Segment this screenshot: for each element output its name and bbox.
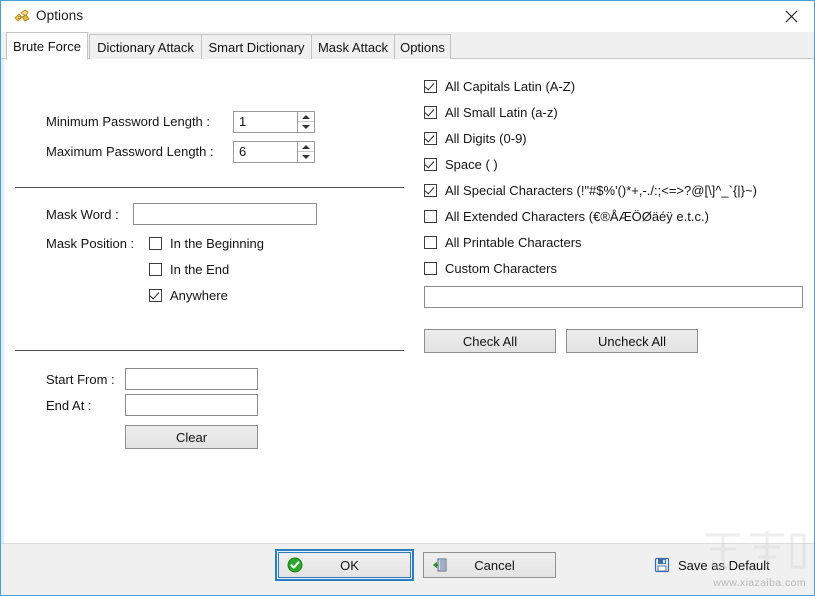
check-all-button-label: Check All	[463, 334, 517, 349]
clear-button[interactable]: Clear	[125, 425, 258, 449]
end-at-label: End At :	[46, 398, 92, 413]
uncheck-all-button[interactable]: Uncheck All	[566, 329, 698, 353]
dialog-footer: OK Cancel Save	[1, 543, 815, 595]
tab-strip: Brute Force Dictionary Attack Smart Dict…	[1, 32, 815, 59]
charset-all-special-characters-checkbox[interactable]: All Special Characters (!"#$%'()*+,-./:;…	[424, 183, 757, 198]
checkbox-checked-icon	[424, 184, 437, 197]
custom-characters-input[interactable]	[424, 286, 803, 308]
checkbox-box-icon	[149, 263, 162, 276]
tab-options[interactable]: Options	[394, 34, 451, 59]
checkbox-box-icon	[149, 237, 162, 250]
tab-label: Brute Force	[13, 39, 81, 54]
maximum-length-spin-buttons[interactable]	[297, 142, 314, 162]
charset-space-checkbox[interactable]: Space ( )	[424, 157, 498, 172]
maximum-password-length-label: Maximum Password Length :	[46, 144, 214, 159]
checkbox-label: Anywhere	[170, 288, 228, 303]
check-all-button[interactable]: Check All	[424, 329, 556, 353]
charset-all-capitals-latin-checkbox[interactable]: All Capitals Latin (A-Z)	[424, 79, 575, 94]
minimum-length-spin-buttons[interactable]	[297, 112, 314, 132]
checkbox-checked-icon	[424, 132, 437, 145]
checkbox-label: Custom Characters	[445, 261, 557, 276]
save-as-default-button-label: Save as Default	[646, 558, 806, 573]
cancel-button[interactable]: Cancel	[423, 552, 556, 578]
uncheck-all-button-label: Uncheck All	[598, 334, 666, 349]
checkbox-checked-icon	[424, 106, 437, 119]
mask-word-label: Mask Word :	[46, 207, 119, 222]
mask-position-label: Mask Position :	[46, 236, 134, 251]
tab-dictionary-attack[interactable]: Dictionary Attack	[89, 34, 202, 59]
tab-label: Mask Attack	[318, 40, 388, 55]
start-from-input[interactable]	[125, 368, 258, 390]
end-at-input[interactable]	[125, 394, 258, 416]
save-as-default-button[interactable]: Save as Default	[646, 552, 806, 578]
start-from-label: Start From :	[46, 372, 115, 387]
ok-check-icon	[287, 557, 303, 573]
checkbox-label: In the Beginning	[170, 236, 264, 251]
options-dialog: Options Brute Force Dictionary Attack Sm…	[0, 0, 815, 596]
checkbox-label: All Printable Characters	[445, 235, 582, 250]
window-title: Options	[36, 8, 83, 23]
minimum-password-length-value: 1	[239, 114, 246, 129]
checkbox-label: Space ( )	[445, 157, 498, 172]
minimum-password-length-label: Minimum Password Length :	[46, 114, 210, 129]
spin-down-icon[interactable]	[298, 122, 314, 132]
ok-button[interactable]: OK	[278, 552, 411, 578]
checkbox-box-icon	[424, 210, 437, 223]
checkbox-label: In the End	[170, 262, 229, 277]
divider-top	[15, 187, 404, 188]
checkbox-checked-icon	[424, 80, 437, 93]
mask-word-input[interactable]	[133, 203, 317, 225]
clear-button-label: Clear	[176, 430, 207, 445]
title-bar: Options	[1, 1, 814, 32]
watermark-url: www.xiazaiba.com	[713, 577, 806, 589]
charset-all-small-latin-checkbox[interactable]: All Small Latin (a-z)	[424, 105, 558, 120]
mask-position-anywhere-checkbox[interactable]: Anywhere	[149, 288, 228, 303]
maximum-password-length-stepper[interactable]: 6	[233, 141, 315, 163]
charset-all-extended-characters-checkbox[interactable]: All Extended Characters (€®ÅÆÖØäéÿ e.t.c…	[424, 209, 709, 224]
checkbox-label: All Special Characters (!"#$%'()*+,-./:;…	[445, 183, 757, 198]
maximum-password-length-value: 6	[239, 144, 246, 159]
checkbox-label: All Extended Characters (€®ÅÆÖØäéÿ e.t.c…	[445, 209, 709, 224]
mask-position-in-the-end-checkbox[interactable]: In the End	[149, 262, 229, 277]
tab-brute-force[interactable]: Brute Force	[6, 32, 88, 60]
tab-mask-attack[interactable]: Mask Attack	[311, 34, 395, 59]
options-gear-icon	[13, 9, 31, 25]
tab-label: Dictionary Attack	[97, 40, 194, 55]
checkbox-box-icon	[424, 262, 437, 275]
tab-label: Options	[400, 40, 445, 55]
checkbox-label: All Small Latin (a-z)	[445, 105, 558, 120]
floppy-disk-save-icon	[654, 557, 670, 573]
tab-smart-dictionary[interactable]: Smart Dictionary	[201, 34, 312, 59]
checkbox-label: All Capitals Latin (A-Z)	[445, 79, 575, 94]
minimum-password-length-stepper[interactable]: 1	[233, 111, 315, 133]
close-icon[interactable]	[768, 1, 814, 31]
charset-all-printable-characters-checkbox[interactable]: All Printable Characters	[424, 235, 582, 250]
checkbox-label: All Digits (0-9)	[445, 131, 527, 146]
spin-down-icon[interactable]	[298, 152, 314, 162]
checkbox-checked-icon	[424, 158, 437, 171]
charset-all-digits-checkbox[interactable]: All Digits (0-9)	[424, 131, 527, 146]
checkbox-checked-icon	[149, 289, 162, 302]
charset-custom-characters-checkbox[interactable]: Custom Characters	[424, 261, 557, 276]
spin-up-icon[interactable]	[298, 142, 314, 152]
divider-bottom	[15, 350, 404, 351]
exit-door-icon	[432, 557, 448, 573]
brute-force-panel: Minimum Password Length : 1 Maximum Pass…	[1, 59, 815, 545]
checkbox-box-icon	[424, 236, 437, 249]
tab-label: Smart Dictionary	[208, 40, 304, 55]
spin-up-icon[interactable]	[298, 112, 314, 122]
mask-position-in-the-beginning-checkbox[interactable]: In the Beginning	[149, 236, 264, 251]
